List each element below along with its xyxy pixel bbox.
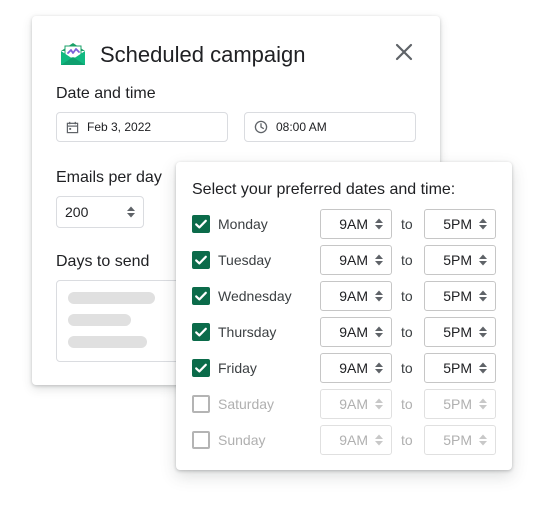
stepper-arrows-icon [479, 398, 487, 410]
end-time-value: 5PM [443, 252, 472, 268]
dialog-title: Scheduled campaign [100, 42, 306, 67]
stepper-arrows-icon [375, 326, 383, 338]
day-row-sunday: Sunday 9AM to 5PM [176, 425, 512, 455]
placeholder-line [68, 314, 131, 326]
calendar-icon [66, 121, 79, 133]
checkmark-icon [195, 291, 207, 301]
popup-title: Select your preferred dates and time: [192, 181, 456, 198]
clock-icon [254, 120, 268, 134]
close-icon[interactable] [392, 40, 416, 64]
days-to-send-label: Days to send [56, 253, 150, 270]
stepper-arrows-icon [479, 434, 487, 446]
stepper-arrows-icon[interactable] [126, 205, 136, 219]
end-time-value: 5PM [443, 360, 472, 376]
day-label: Tuesday [218, 252, 272, 268]
start-time-value: 9AM [339, 360, 368, 376]
day-checkbox-friday[interactable] [192, 359, 210, 377]
to-label: to [401, 288, 413, 304]
placeholder-line [68, 336, 147, 348]
day-label: Thursday [218, 324, 277, 340]
day-checkbox-tuesday[interactable] [192, 251, 210, 269]
days-to-send-field[interactable] [56, 280, 184, 362]
checkmark-icon [195, 219, 207, 229]
start-time-value: 9AM [339, 252, 368, 268]
to-label: to [401, 252, 413, 268]
time-field[interactable]: 08:00 AM [244, 112, 416, 142]
start-time-select-monday[interactable]: 9AM [320, 209, 392, 239]
to-label: to [401, 360, 413, 376]
stepper-arrows-icon [479, 326, 487, 338]
end-time-value: 5PM [443, 288, 472, 304]
start-time-value: 9AM [339, 324, 368, 340]
day-label: Friday [218, 360, 257, 376]
schedule-popup: Select your preferred dates and time: Mo… [176, 162, 512, 470]
day-row-wednesday: Wednesday 9AM to 5PM [176, 281, 512, 311]
stepper-arrows-icon [479, 290, 487, 302]
end-time-select-friday[interactable]: 5PM [424, 353, 496, 383]
stepper-arrows-icon [479, 218, 487, 230]
end-time-value: 5PM [443, 396, 472, 412]
date-value: Feb 3, 2022 [87, 120, 152, 134]
to-label: to [401, 432, 413, 448]
stepper-arrows-icon [375, 362, 383, 374]
day-label: Wednesday [218, 288, 292, 304]
end-time-select-sunday[interactable]: 5PM [424, 425, 496, 455]
stepper-arrows-icon [375, 218, 383, 230]
start-time-value: 9AM [339, 288, 368, 304]
start-time-select-thursday[interactable]: 9AM [320, 317, 392, 347]
stepper-arrows-icon [479, 362, 487, 374]
start-time-select-friday[interactable]: 9AM [320, 353, 392, 383]
date-time-label: Date and time [56, 85, 156, 102]
day-row-tuesday: Tuesday 9AM to 5PM [176, 245, 512, 275]
time-value: 08:00 AM [276, 120, 327, 134]
date-field[interactable]: Feb 3, 2022 [56, 112, 228, 142]
end-time-value: 5PM [443, 324, 472, 340]
stepper-arrows-icon [375, 254, 383, 266]
start-time-select-sunday[interactable]: 9AM [320, 425, 392, 455]
end-time-select-thursday[interactable]: 5PM [424, 317, 496, 347]
day-label: Monday [218, 216, 268, 232]
start-time-value: 9AM [339, 396, 368, 412]
emails-per-day-label: Emails per day [56, 169, 162, 186]
stepper-arrows-icon [479, 254, 487, 266]
emails-per-day-value: 200 [65, 204, 89, 220]
day-checkbox-thursday[interactable] [192, 323, 210, 341]
to-label: to [401, 216, 413, 232]
placeholder-line [68, 292, 155, 304]
day-row-friday: Friday 9AM to 5PM [176, 353, 512, 383]
end-time-select-wednesday[interactable]: 5PM [424, 281, 496, 311]
day-checkbox-wednesday[interactable] [192, 287, 210, 305]
end-time-value: 5PM [443, 216, 472, 232]
stepper-arrows-icon [375, 398, 383, 410]
start-time-select-tuesday[interactable]: 9AM [320, 245, 392, 275]
to-label: to [401, 396, 413, 412]
emails-per-day-stepper[interactable]: 200 [56, 196, 144, 228]
day-checkbox-monday[interactable] [192, 215, 210, 233]
start-time-value: 9AM [339, 216, 368, 232]
day-row-monday: Monday 9AM to 5PM [176, 209, 512, 239]
end-time-value: 5PM [443, 432, 472, 448]
day-label: Saturday [218, 396, 275, 412]
checkmark-icon [195, 255, 207, 265]
start-time-select-saturday[interactable]: 9AM [320, 389, 392, 419]
end-time-select-saturday[interactable]: 5PM [424, 389, 496, 419]
start-time-select-wednesday[interactable]: 9AM [320, 281, 392, 311]
day-row-thursday: Thursday 9AM to 5PM [176, 317, 512, 347]
end-time-select-monday[interactable]: 5PM [424, 209, 496, 239]
day-label: Sunday [218, 432, 266, 448]
day-row-saturday: Saturday 9AM to 5PM [176, 389, 512, 419]
stepper-arrows-icon [375, 290, 383, 302]
day-checkbox-saturday[interactable] [192, 395, 210, 413]
to-label: to [401, 324, 413, 340]
checkmark-icon [195, 363, 207, 373]
start-time-value: 9AM [339, 432, 368, 448]
stepper-arrows-icon [375, 434, 383, 446]
checkmark-icon [195, 327, 207, 337]
end-time-select-tuesday[interactable]: 5PM [424, 245, 496, 275]
day-checkbox-sunday[interactable] [192, 431, 210, 449]
envelope-logo-icon [61, 43, 85, 65]
